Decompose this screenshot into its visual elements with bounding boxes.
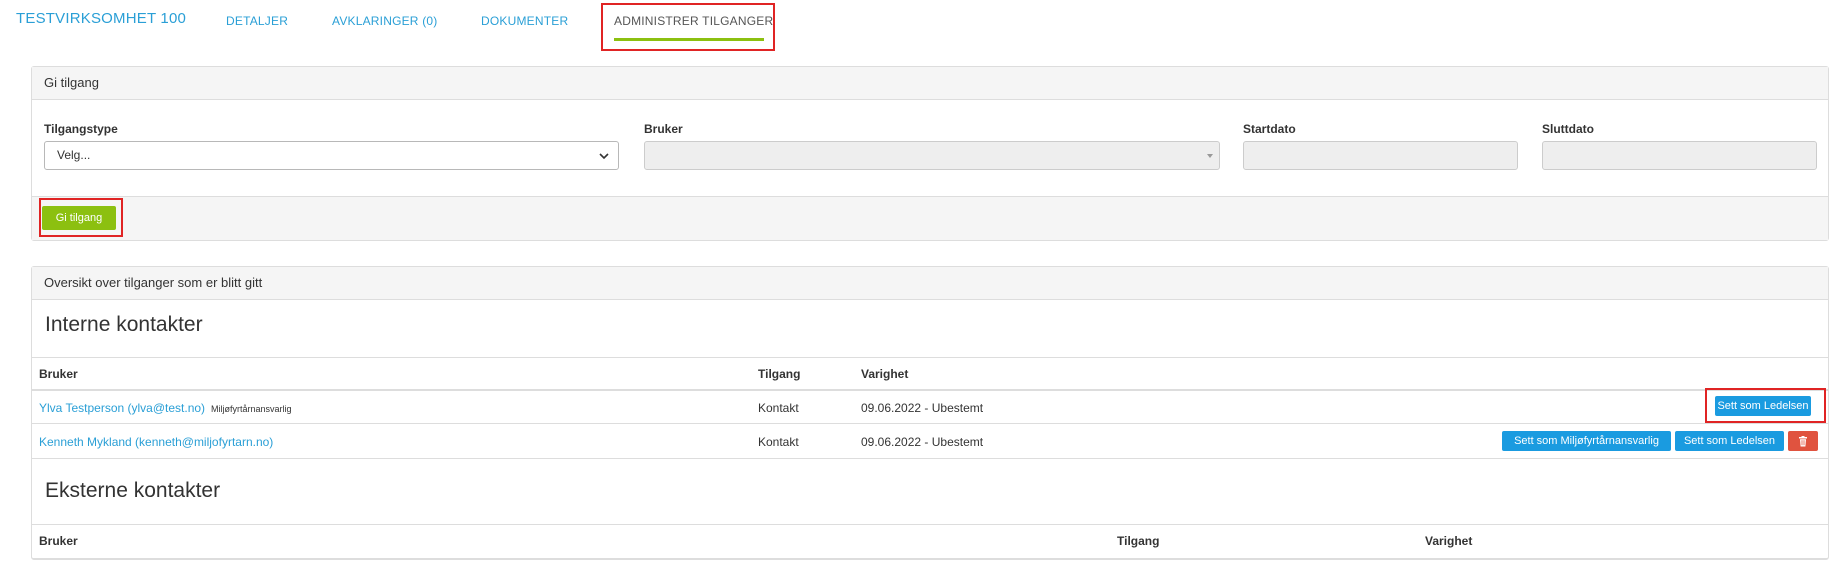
divider (32, 458, 1828, 459)
duration-cell: 09.06.2022 - Ubestemt (861, 401, 984, 415)
end-date-input[interactable] (1542, 141, 1817, 170)
access-cell: Kontakt (758, 401, 799, 415)
divider (32, 357, 1828, 358)
role-tag: Miljøfyrtårnansvarlig (211, 404, 292, 414)
access-overview-heading: Oversikt over tilganger som er blitt git… (32, 267, 1828, 300)
column-header-duration: Varighet (861, 367, 909, 381)
access-type-value: Velg... (57, 148, 91, 162)
user-link[interactable]: Kenneth Mykland (kenneth@miljofyrtarn.no… (39, 435, 273, 449)
user-label: Bruker (644, 122, 683, 136)
user-select[interactable] (644, 141, 1220, 170)
internal-contacts-title: Interne kontakter (45, 313, 203, 336)
access-cell: Kontakt (758, 435, 799, 449)
company-name[interactable]: TESTVIRKSOMHET 100 (16, 10, 186, 27)
set-as-management-button[interactable]: Sett som Ledelsen (1675, 431, 1784, 451)
tab-administrer-tilganger[interactable]: ADMINISTRER TILGANGER (614, 14, 773, 28)
end-date-label: Sluttdato (1542, 122, 1594, 136)
column-header-access: Tilgang (758, 367, 801, 381)
column-header-access: Tilgang (1117, 534, 1160, 548)
user-cell: Ylva Testperson (ylva@test.no) Miljøfyrtå… (39, 401, 292, 415)
start-date-label: Startdato (1243, 122, 1296, 136)
set-as-environmental-lead-button[interactable]: Sett som Miljøfyrtårnansvarlig (1502, 431, 1671, 451)
active-tab-indicator (614, 38, 764, 41)
set-as-management-button[interactable]: Sett som Ledelsen (1715, 396, 1811, 416)
divider (32, 389, 1828, 391)
tab-detaljer[interactable]: DETALJER (226, 14, 288, 28)
user-cell: Kenneth Mykland (kenneth@miljofyrtarn.no… (39, 435, 273, 449)
access-overview-panel: Oversikt over tilganger som er blitt git… (31, 266, 1829, 560)
column-header-duration: Varighet (1425, 534, 1473, 548)
top-navigation: TESTVIRKSOMHET 100 DETALJER AVKLARINGER … (0, 0, 1834, 56)
trash-icon (1799, 436, 1807, 447)
chevron-down-icon (599, 153, 609, 160)
divider (32, 524, 1828, 525)
start-date-input[interactable] (1243, 141, 1518, 170)
tab-avklaringer[interactable]: AVKLARINGER (0) (332, 14, 437, 28)
divider (32, 423, 1828, 424)
delete-button[interactable] (1788, 431, 1818, 451)
duration-cell: 09.06.2022 - Ubestemt (861, 435, 984, 449)
caret-down-icon (1207, 154, 1213, 158)
grant-access-panel: Gi tilgang Tilgangstype Velg... Bruker S… (31, 66, 1829, 241)
column-header-user: Bruker (39, 367, 78, 381)
grant-access-heading: Gi tilgang (32, 67, 1828, 100)
grant-access-button[interactable]: Gi tilgang (42, 206, 116, 230)
tab-dokumenter[interactable]: DOKUMENTER (481, 14, 568, 28)
user-link[interactable]: Ylva Testperson (ylva@test.no) (39, 401, 205, 415)
access-type-label: Tilgangstype (44, 122, 118, 136)
external-contacts-title: Eksterne kontakter (45, 479, 221, 502)
grant-access-footer: Gi tilgang (32, 196, 1828, 240)
access-type-select[interactable]: Velg... (44, 141, 619, 170)
column-header-user: Bruker (39, 534, 78, 548)
